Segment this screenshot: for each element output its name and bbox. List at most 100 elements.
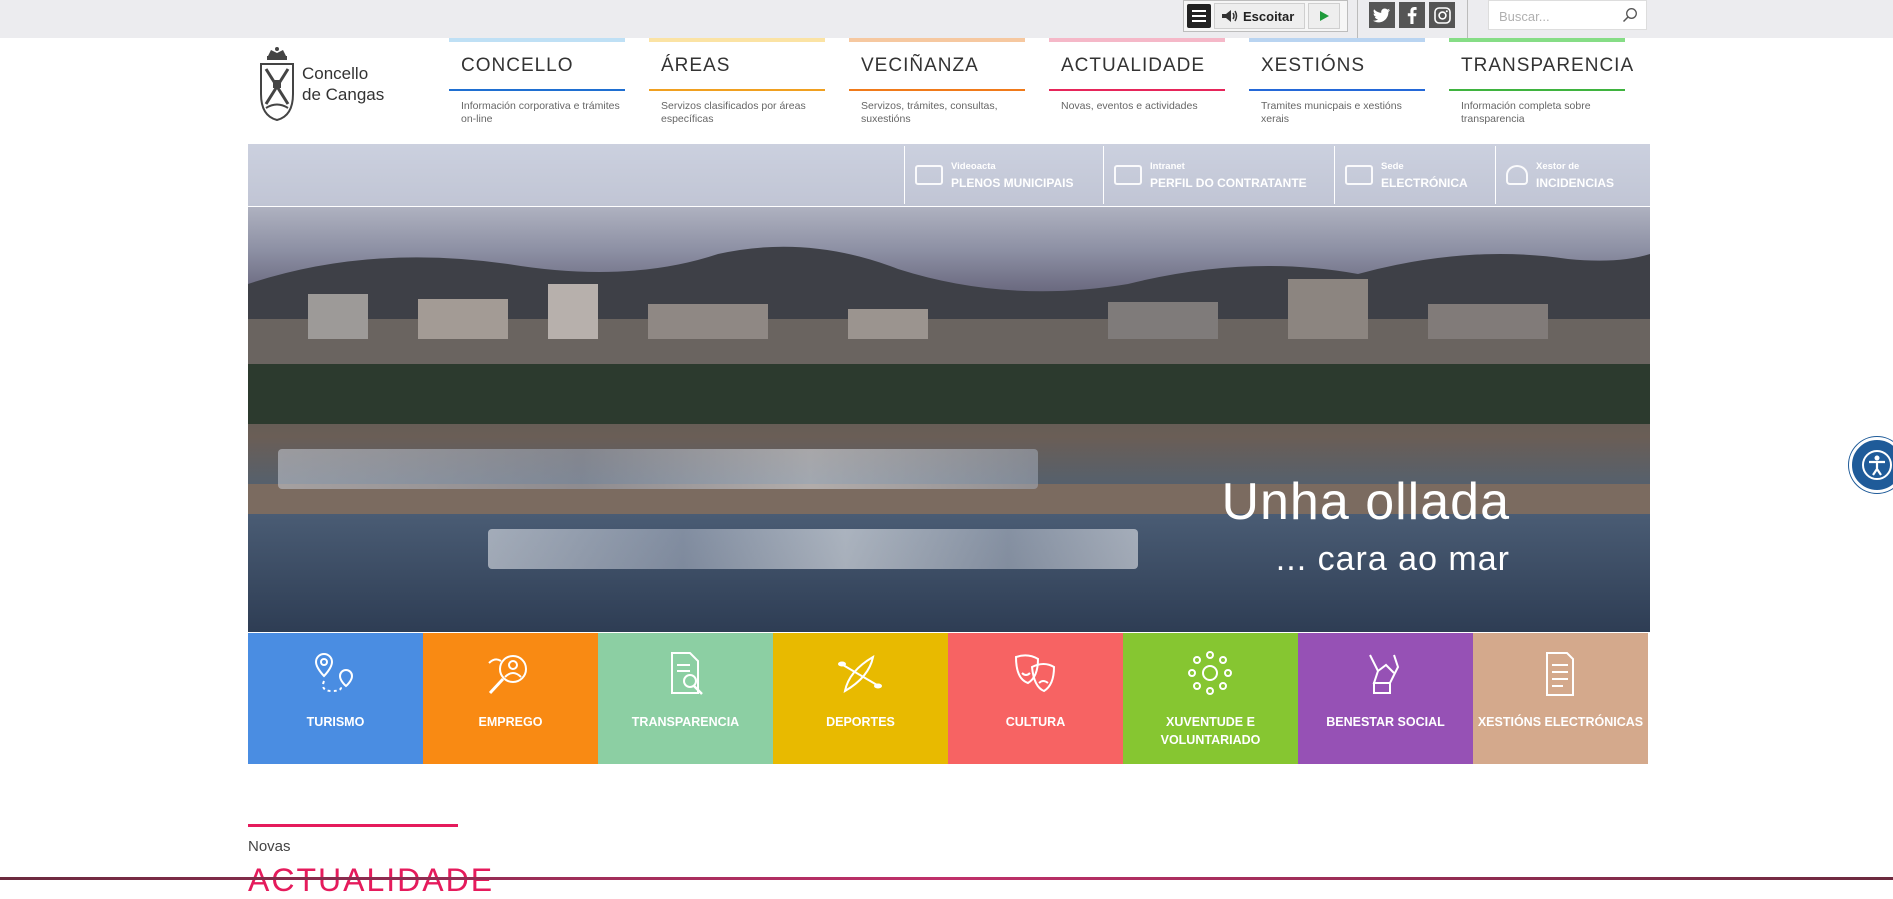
quick-link-small: Videoacta (951, 160, 996, 172)
nav-item-actualidade[interactable]: ACTUALIDADE Novas, eventos e actividades (1049, 38, 1225, 128)
nav-underline (1249, 89, 1425, 91)
tile-label: XESTIÓNS ELECTRÓNICAS (1477, 715, 1644, 729)
nav-title: VECIÑANZA (861, 55, 979, 76)
nav-color-bar (449, 38, 625, 42)
nav-description: Servizos, trámites, consultas, suxestión… (861, 100, 998, 125)
nav-underline (649, 89, 825, 91)
tile-benestar-social[interactable]: BENESTAR SOCIAL (1298, 633, 1473, 764)
hero-subtitle: ... cara ao mar (1275, 540, 1510, 578)
tile-label: XUVENTUDE E VOLUNTARIADO (1160, 715, 1261, 747)
nav-item-areas[interactable]: ÁREAS Servizos clasificados por áreas es… (649, 38, 825, 128)
quick-link-big: INCIDENCIAS (1536, 175, 1615, 190)
nav-underline (849, 89, 1025, 91)
quick-link-sede-electronica[interactable]: Sede ELECTRÓNICA (1334, 146, 1495, 204)
logo-line-2: de Cangas (302, 85, 385, 104)
nav-title: XESTIÓNS (1261, 55, 1366, 76)
service-tiles: TURISMO EMPREGO TRANSPARENCIA DEPORTES C… (248, 633, 1650, 764)
nav-title: ACTUALIDADE (1061, 55, 1206, 76)
harbour-landscape-image (248, 246, 1650, 424)
document-search-icon (671, 652, 703, 695)
instagram-icon[interactable] (1429, 2, 1455, 28)
tile-label: TRANSPARENCIA (631, 715, 740, 729)
quick-link-perfil-contratante[interactable]: Intranet PERFIL DO CONTRATANTE (1103, 146, 1334, 204)
twitter-icon[interactable] (1369, 2, 1395, 28)
tile-xestions-electronicas[interactable]: XESTIÓNS ELECTRÓNICAS (1473, 633, 1648, 764)
quick-links-bar: Videoacta PLENOS MUNICIPAIS Intranet PERFI… (248, 144, 1650, 207)
marina-pontoon (488, 529, 1138, 569)
nav-title: TRANSPARENCIA (1461, 55, 1635, 76)
nav-description: Servizos clasificados por áreas específi… (661, 100, 806, 125)
quick-link-small: Intranet (1150, 160, 1185, 172)
nav-item-transparencia[interactable]: TRANSPARENCIA Información completa sobre… (1449, 38, 1633, 128)
nav-title: ÁREAS (661, 55, 731, 76)
tile-deportes[interactable]: DEPORTES (773, 633, 948, 764)
e-form-icon (1546, 652, 1574, 696)
search-icon[interactable] (1622, 7, 1638, 23)
nav-item-concello[interactable]: CONCELLO Información corporativa e trámi… (449, 38, 625, 128)
section-accent-line (248, 824, 458, 827)
video-camera-icon (915, 165, 943, 185)
section-kicker: Novas (248, 838, 291, 855)
listen-label: Escoitar (1243, 8, 1295, 24)
map-pin-icon (314, 652, 354, 693)
nav-underline (1049, 89, 1225, 91)
listen-button[interactable]: Escoitar (1214, 3, 1306, 29)
tile-xuventude[interactable]: XUVENTUDE E VOLUNTARIADO (1123, 633, 1298, 764)
quick-link-big: PERFIL DO CONTRATANTE (1150, 175, 1307, 190)
nav-underline (1449, 89, 1625, 91)
tile-label: CULTURA (1005, 715, 1066, 729)
divider (1357, 0, 1358, 38)
quick-link-small: Sede (1381, 160, 1404, 172)
nav-item-xestions[interactable]: XESTIÓNS Tramites municpais e xestións x… (1249, 38, 1425, 128)
tile-cultura[interactable]: CULTURA (948, 633, 1123, 764)
nav-color-bar (1049, 38, 1225, 42)
coat-of-arms-icon (260, 47, 294, 122)
theater-masks-icon (1014, 654, 1056, 693)
facebook-icon[interactable] (1399, 2, 1425, 28)
accessibility-button[interactable] (1849, 437, 1893, 493)
helping-hands-icon (1369, 654, 1400, 694)
kayak-icon (838, 655, 882, 693)
top-utility-bar: Escoitar (0, 0, 1893, 38)
nav-color-bar (649, 38, 825, 42)
nav-description: Información completa sobre transparencia (1461, 100, 1591, 125)
search-box (1488, 0, 1647, 30)
accessibility-icon (1862, 450, 1892, 480)
monitor-icon (1345, 165, 1373, 185)
menu-icon[interactable] (1187, 4, 1211, 28)
bell-icon (1506, 165, 1528, 185)
tile-emprego[interactable]: EMPREGO (423, 633, 598, 764)
tile-turismo[interactable]: TURISMO (248, 633, 423, 764)
logo-line-1: Concello (302, 64, 369, 83)
quick-link-plenos[interactable]: Videoacta PLENOS MUNICIPAIS (904, 146, 1103, 204)
quick-link-incidencias[interactable]: Xestor de INCIDENCIAS (1495, 146, 1650, 204)
nav-color-bar (1449, 38, 1625, 42)
community-network-icon (1188, 651, 1232, 695)
tile-label: TURISMO (306, 715, 365, 729)
nav-item-vecinanza[interactable]: VECIÑANZA Servizos, trámites, consultas,… (849, 38, 1025, 128)
quick-link-big: PLENOS MUNICIPAIS (951, 175, 1074, 190)
text-to-speech-player: Escoitar (1183, 0, 1348, 32)
nav-description: Novas, eventos e actividades (1061, 100, 1198, 112)
hero-headline: Unha ollada ... cara ao mar (1221, 472, 1510, 579)
quick-link-big: ELECTRÓNICA (1381, 175, 1468, 190)
hero-title: Unha ollada (1221, 473, 1510, 531)
nav-description: Información corporativa e trámites on-li… (461, 100, 620, 125)
marina-boats (278, 449, 1038, 489)
nav-description: Tramites municpais e xestións xerais (1261, 100, 1402, 125)
id-card-icon (1114, 165, 1142, 185)
tile-label: BENESTAR SOCIAL (1326, 715, 1445, 729)
nav-underline (449, 89, 625, 91)
play-button[interactable] (1308, 3, 1341, 29)
nav-color-bar (849, 38, 1025, 42)
site-logo[interactable]: Concello de Cangas (258, 46, 388, 122)
play-icon (1320, 11, 1330, 21)
search-input[interactable] (1497, 2, 1619, 30)
tile-transparencia[interactable]: TRANSPARENCIA (598, 633, 773, 764)
speaker-icon (1222, 10, 1238, 22)
section-title: ACTUALIDADE (248, 862, 495, 898)
nav-color-bar (1249, 38, 1425, 42)
quick-link-small: Xestor de (1536, 160, 1580, 172)
nav-title: CONCELLO (461, 55, 574, 76)
hero-banner: Videoacta PLENOS MUNICIPAIS Intranet PERFI… (248, 144, 1650, 632)
